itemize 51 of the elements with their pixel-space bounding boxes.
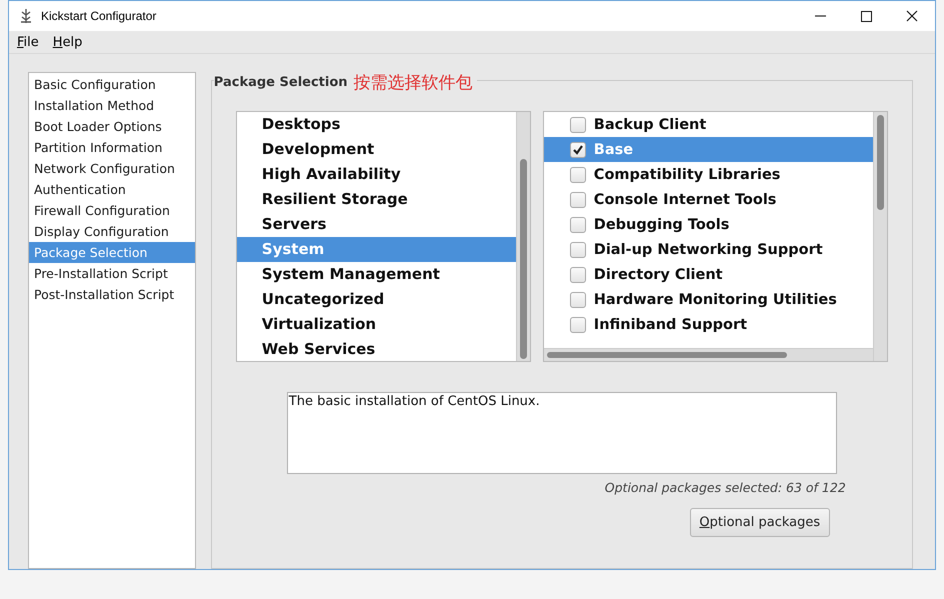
- annotation-text: 按需选择软件包: [354, 72, 473, 94]
- window-title: Kickstart Configurator: [41, 9, 158, 23]
- package-item[interactable]: Dial-up Networking Support: [544, 237, 873, 262]
- sidebar-item[interactable]: Installation Method: [29, 95, 195, 116]
- sidebar-item[interactable]: Display Configuration: [29, 221, 195, 242]
- group-item[interactable]: Virtualization: [236, 312, 516, 337]
- sidebar-item[interactable]: Firewall Configuration: [29, 200, 195, 221]
- sidebar-item[interactable]: Post-Installation Script: [29, 284, 195, 305]
- package-item[interactable]: Console Internet Tools: [544, 187, 873, 212]
- checkbox[interactable]: [570, 166, 586, 182]
- sidebar-item[interactable]: Network Configuration: [29, 158, 195, 179]
- menu-item[interactable]: File: [11, 34, 45, 50]
- checkbox[interactable]: [570, 316, 586, 332]
- checkbox[interactable]: [570, 116, 586, 132]
- sidebar-item[interactable]: Authentication: [29, 179, 195, 200]
- scrollbar[interactable]: [872, 112, 887, 361]
- group-item[interactable]: Development: [236, 137, 516, 162]
- sidebar-item[interactable]: Pre-Installation Script: [29, 263, 195, 284]
- checkbox[interactable]: [570, 192, 586, 208]
- sidebar-item[interactable]: Partition Information: [29, 137, 195, 158]
- package-item[interactable]: Directory Client: [544, 262, 873, 287]
- group-item[interactable]: Web Services: [236, 337, 516, 361]
- package-item[interactable]: Compatibility Libraries: [544, 162, 873, 187]
- sidebar-item[interactable]: Boot Loader Options: [29, 116, 195, 137]
- package-item[interactable]: Debugging Tools: [544, 212, 873, 237]
- minimize-icon[interactable]: [814, 15, 826, 17]
- maximize-icon[interactable]: [860, 10, 872, 22]
- frame-title: Package Selection: [214, 74, 348, 90]
- checkbox[interactable]: [570, 142, 586, 158]
- checkbox[interactable]: [570, 292, 586, 308]
- app-icon: [19, 8, 33, 24]
- package-item[interactable]: Backup Client: [544, 112, 873, 137]
- horizontal-scrollbar[interactable]: [544, 348, 873, 361]
- group-item[interactable]: Resilient Storage: [236, 187, 516, 212]
- group-item[interactable]: System Management: [236, 262, 516, 287]
- checkbox[interactable]: [570, 266, 586, 282]
- package-item[interactable]: Infiniband Support: [544, 312, 873, 337]
- group-item[interactable]: Uncategorized: [236, 287, 516, 312]
- checkbox[interactable]: [570, 242, 586, 258]
- description-box: The basic installation of CentOS Linux.: [286, 392, 837, 474]
- sidebar-item[interactable]: Basic Configuration: [29, 74, 195, 95]
- close-icon[interactable]: [906, 10, 918, 22]
- group-item[interactable]: Desktops: [236, 112, 516, 137]
- scrollbar[interactable]: [516, 112, 530, 361]
- menu-item[interactable]: Help: [46, 34, 88, 50]
- package-item[interactable]: Hardware Monitoring Utilities: [544, 287, 873, 312]
- group-item[interactable]: Servers: [236, 212, 516, 237]
- status-text: Optional packages selected: 63 of 122: [604, 480, 846, 495]
- group-item[interactable]: High Availability: [236, 162, 516, 187]
- optional-packages-button[interactable]: Optional packages: [690, 508, 830, 537]
- checkbox[interactable]: [570, 216, 586, 232]
